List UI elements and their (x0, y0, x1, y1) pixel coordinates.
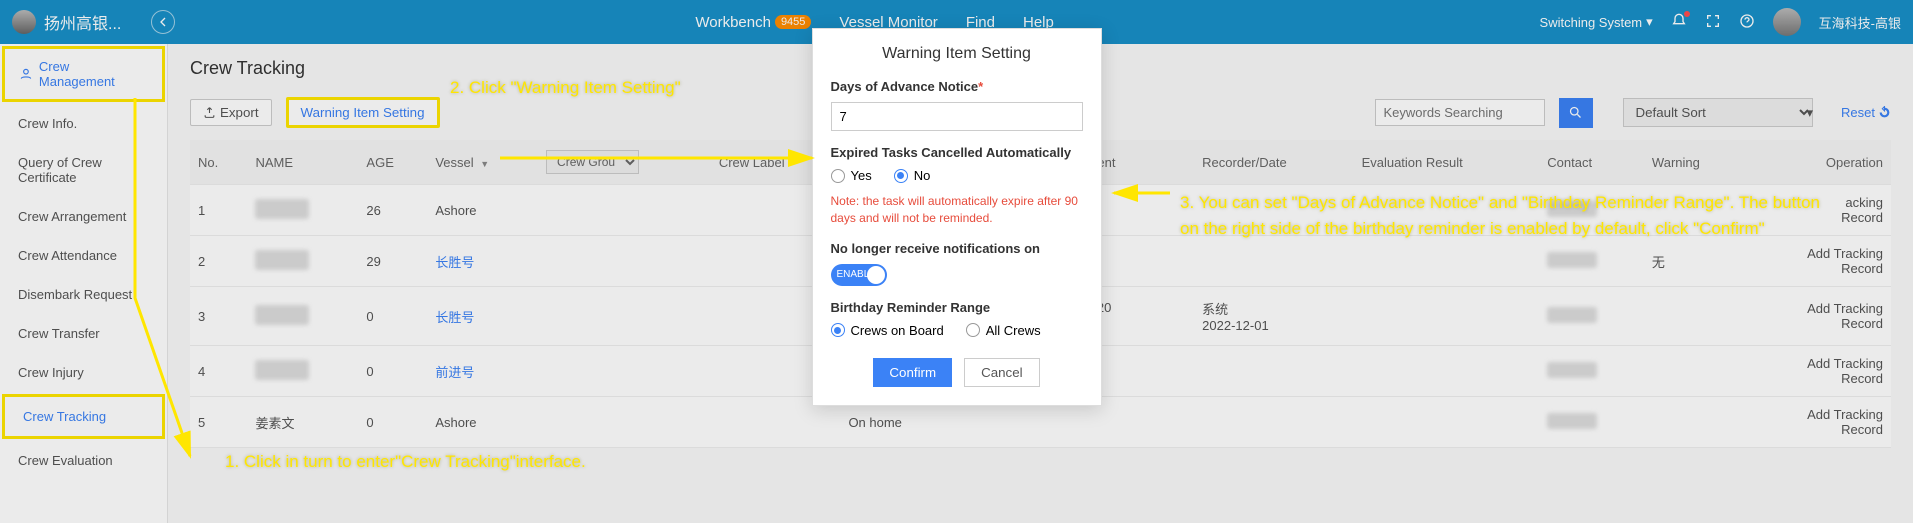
cancel-button[interactable]: Cancel (964, 358, 1040, 387)
toggle-knob (867, 266, 885, 284)
days-input[interactable] (831, 102, 1083, 131)
radio-all-crews[interactable]: All Crews (966, 323, 1041, 338)
toggle-enable[interactable]: ENABL (831, 264, 887, 286)
days-label: Days of Advance Notice* (831, 79, 1083, 94)
toggle-text: ENABL (837, 269, 870, 280)
modal-title: Warning Item Setting (831, 45, 1083, 63)
nolonger-label: No longer receive notifications on (831, 241, 1083, 256)
radio-crews-on-board[interactable]: Crews on Board (831, 323, 944, 338)
birthday-label: Birthday Reminder Range (831, 300, 1083, 315)
warning-item-setting-modal: Warning Item Setting Days of Advance Not… (812, 28, 1102, 406)
expired-label: Expired Tasks Cancelled Automatically (831, 145, 1083, 160)
radio-no[interactable]: No (894, 168, 931, 183)
expiry-note: Note: the task will automatically expire… (831, 193, 1083, 227)
confirm-button[interactable]: Confirm (873, 358, 952, 387)
radio-yes[interactable]: Yes (831, 168, 872, 183)
